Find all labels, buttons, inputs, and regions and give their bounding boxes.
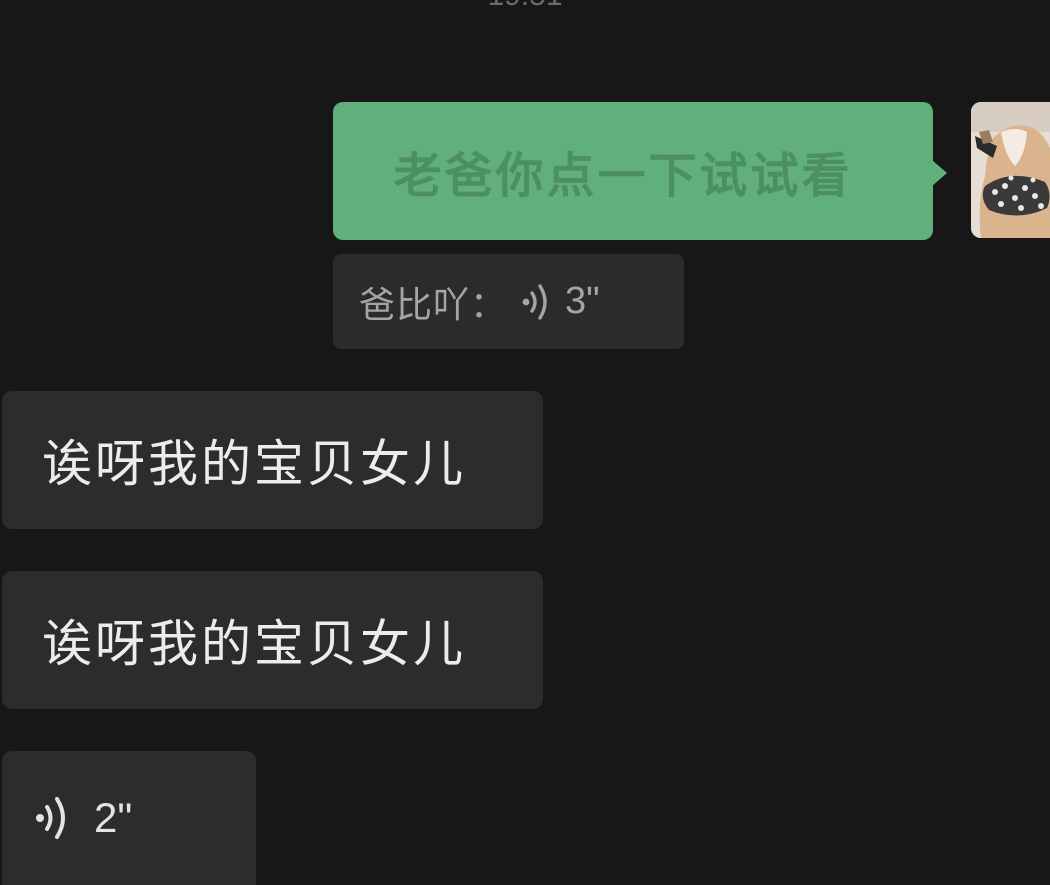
chat-screen: 19:51 老爸你点一下试试看 爸比吖： xyxy=(0,0,1050,885)
outgoing-message-bubble[interactable]: 老爸你点一下试试看 xyxy=(333,102,947,240)
incoming-message-bubble[interactable]: 诶呀我的宝贝女儿 xyxy=(2,391,543,529)
voice-wave-icon xyxy=(32,794,74,842)
incoming-message-text: 诶呀我的宝贝女儿 xyxy=(42,615,466,673)
voice-wave-icon xyxy=(519,282,555,322)
incoming-voice-message[interactable]: 2" xyxy=(2,751,256,885)
user-avatar-photo-icon xyxy=(971,102,1050,238)
user-avatar[interactable] xyxy=(971,102,1050,238)
outgoing-message-text: 老爸你点一下试试看 xyxy=(393,148,853,204)
incoming-message-text: 诶呀我的宝贝女儿 xyxy=(42,435,466,493)
message-timestamp: 19:51 xyxy=(0,0,1050,11)
quoted-voice-duration: 3" xyxy=(565,280,600,322)
quoted-voice-reference[interactable]: 爸比吖： 3" xyxy=(333,254,684,349)
voice-duration: 2" xyxy=(94,794,133,841)
quoted-sender-name: 爸比吖： xyxy=(359,284,508,326)
incoming-message-bubble[interactable]: 诶呀我的宝贝女儿 xyxy=(2,571,543,709)
